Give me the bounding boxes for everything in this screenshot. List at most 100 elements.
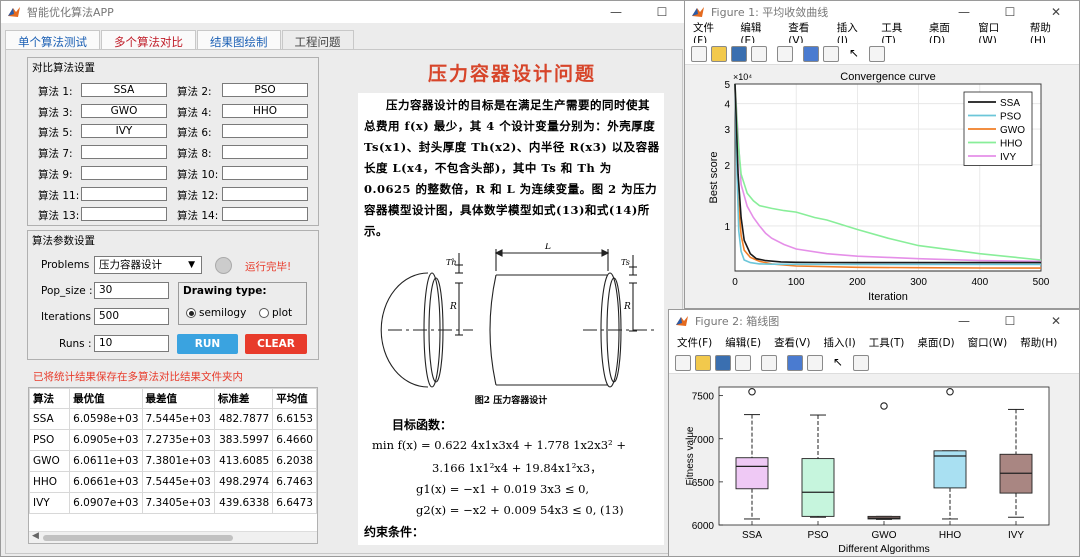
algorithm-slot-label: 算法 5: bbox=[38, 127, 73, 140]
scroll-left-icon[interactable]: ◀ bbox=[32, 531, 39, 541]
horizontal-scrollbar[interactable]: ◀ bbox=[29, 531, 317, 543]
save-note: 已将统计结果保存在多算法对比结果文件夹内 bbox=[33, 371, 243, 383]
colorbar-icon[interactable] bbox=[803, 45, 819, 62]
close-icon[interactable]: ✕ bbox=[1033, 310, 1079, 332]
algorithm-slot-input[interactable]: IVY bbox=[81, 124, 167, 139]
menu-edit[interactable]: 编辑(E) bbox=[725, 335, 761, 350]
figure1-menubar: 文件(F) 编辑(E) 查看(V) 插入(I) 工具(T) 桌面(D) 窗口(W… bbox=[685, 22, 1079, 47]
property-editor-icon[interactable] bbox=[869, 45, 885, 62]
print-icon[interactable] bbox=[735, 354, 751, 371]
legend-label: PSO bbox=[1000, 112, 1021, 123]
col-header: 最优值 bbox=[69, 388, 143, 409]
open-file-icon[interactable] bbox=[711, 45, 727, 62]
table-cell: 6.0598e+03 bbox=[69, 408, 143, 430]
table-row[interactable]: PSO 6.0905e+03 7.2735e+03 383.5997 6.4660 bbox=[29, 429, 317, 451]
algorithm-slot-input[interactable] bbox=[81, 145, 167, 160]
algorithm-slot-input[interactable] bbox=[81, 165, 167, 180]
colorbar-icon[interactable] bbox=[787, 354, 803, 371]
box-ssa bbox=[735, 457, 769, 490]
menu-file[interactable]: 文件(F) bbox=[677, 335, 712, 350]
property-editor-icon[interactable] bbox=[853, 354, 869, 371]
algorithm-slot-label: 算法 11: bbox=[38, 189, 80, 202]
radio-semilogy[interactable]: semilogy bbox=[186, 307, 246, 319]
table-row[interactable]: IVY 6.0907e+03 7.3405e+03 439.6338 6.6473 bbox=[29, 492, 317, 514]
x-tick-label: 0 bbox=[732, 277, 738, 288]
minimize-icon[interactable]: — bbox=[593, 1, 639, 23]
table-row[interactable]: GWO 6.0611e+03 7.3801e+03 413.6085 6.2038 bbox=[29, 450, 317, 472]
iterations-input[interactable]: 500 bbox=[94, 308, 169, 325]
minimize-icon[interactable]: — bbox=[941, 310, 987, 332]
table-cell: 7.5445e+03 bbox=[141, 471, 215, 493]
pop-size-input[interactable]: 30 bbox=[94, 282, 169, 299]
algorithm-slot-input[interactable]: GWO bbox=[81, 103, 167, 118]
tab-single[interactable]: 单个算法测试 bbox=[5, 30, 100, 50]
menu-window[interactable]: 窗口(W) bbox=[968, 335, 1008, 350]
algorithm-slot-input[interactable]: HHO bbox=[222, 103, 308, 118]
save-icon[interactable] bbox=[715, 354, 731, 371]
app-window: 智能优化算法APP — ☐ 单个算法测试 多个算法对比 结果图绘制 工程问题 对… bbox=[0, 0, 686, 557]
x-tick-label: 300 bbox=[910, 277, 927, 288]
scroll-thumb[interactable] bbox=[43, 535, 233, 541]
menu-insert[interactable]: 插入(I) bbox=[823, 335, 855, 350]
tab-engineering[interactable]: 工程问题 bbox=[281, 30, 354, 50]
link-icon[interactable] bbox=[761, 354, 777, 371]
algorithm-slot-label: 算法 7: bbox=[38, 148, 73, 161]
table-cell: 6.2038 bbox=[272, 450, 317, 472]
menu-view[interactable]: 查看(V) bbox=[774, 335, 810, 350]
figure2-title: Figure 2: 箱线图 bbox=[695, 315, 780, 328]
y-tick-label: 3 bbox=[724, 125, 730, 136]
open-file-icon[interactable] bbox=[695, 354, 711, 371]
tab-multi[interactable]: 多个算法对比 bbox=[101, 30, 196, 50]
print-icon[interactable] bbox=[751, 45, 767, 62]
new-figure-icon[interactable] bbox=[691, 45, 707, 62]
algorithm-slot-input[interactable]: PSO bbox=[222, 83, 308, 97]
x-tick-label: SSA bbox=[742, 530, 762, 541]
clear-button[interactable]: CLEAR bbox=[245, 334, 307, 354]
algorithm-slot-input[interactable] bbox=[222, 186, 308, 201]
pointer-icon[interactable]: ↖ bbox=[833, 355, 849, 371]
menu-tools[interactable]: 工具(T) bbox=[869, 335, 905, 350]
legend-icon[interactable] bbox=[807, 354, 823, 371]
eq-line-4: g2(x) = −x2 + 0.009 54x3 ≤ 0, (13) bbox=[416, 503, 624, 517]
y-tick-label: 1 bbox=[724, 222, 730, 233]
pointer-icon[interactable]: ↖ bbox=[849, 46, 865, 62]
x-tick-label: 500 bbox=[1033, 277, 1050, 288]
menu-help[interactable]: 帮助(H) bbox=[1020, 335, 1057, 350]
maximize-icon[interactable]: ☐ bbox=[639, 1, 685, 23]
algorithm-slot-input[interactable] bbox=[222, 207, 308, 222]
algorithm-slot-label: 算法 2: bbox=[177, 86, 212, 98]
table-cell: 7.5445e+03 bbox=[141, 408, 215, 430]
chart-title: Convergence curve bbox=[840, 71, 935, 83]
table-cell: 6.7463 bbox=[272, 471, 317, 493]
algorithm-slot-input[interactable] bbox=[81, 207, 167, 222]
runs-input[interactable]: 10 bbox=[94, 335, 169, 352]
menu-desktop[interactable]: 桌面(D) bbox=[917, 335, 954, 350]
algorithm-slot-input[interactable]: SSA bbox=[81, 83, 167, 97]
algorithm-slot-input[interactable] bbox=[222, 145, 308, 160]
maximize-icon[interactable]: ☐ bbox=[987, 310, 1033, 332]
radio-semilogy-label: semilogy bbox=[199, 307, 247, 319]
legend-icon[interactable] bbox=[823, 45, 839, 62]
algorithm-slot-input[interactable] bbox=[222, 165, 308, 180]
save-icon[interactable] bbox=[731, 45, 747, 62]
run-button[interactable]: RUN bbox=[177, 334, 238, 354]
table-row[interactable]: SSA 6.0598e+03 7.5445e+03 482.7877 6.6153 bbox=[29, 408, 317, 430]
dim-l-label: L bbox=[544, 243, 551, 252]
table-cell: 413.6085 bbox=[213, 450, 274, 472]
problems-select[interactable]: 压力容器设计 ▼ bbox=[94, 256, 202, 274]
status-text: 运行完毕! bbox=[245, 261, 292, 273]
algorithm-slot-label: 算法 4: bbox=[177, 106, 212, 119]
legend-label: IVY bbox=[1000, 152, 1016, 163]
new-figure-icon[interactable] bbox=[675, 354, 691, 371]
y-tick-label: 2 bbox=[724, 161, 730, 172]
figure2-window-controls: — ☐ ✕ bbox=[941, 310, 1079, 332]
figure1-toolbar: ↖ bbox=[685, 43, 1079, 65]
problems-label: Problems : bbox=[41, 259, 97, 271]
radio-plot[interactable]: plot bbox=[259, 307, 292, 319]
link-icon[interactable] bbox=[777, 45, 793, 62]
tab-plot[interactable]: 结果图绘制 bbox=[197, 30, 281, 50]
algorithm-slot-input[interactable] bbox=[81, 186, 167, 201]
table-row[interactable]: HHO 6.0661e+03 7.5445e+03 498.2974 6.7463 bbox=[29, 471, 317, 493]
algorithm-slot-input[interactable] bbox=[222, 124, 308, 139]
table-cell: 7.3801e+03 bbox=[141, 450, 215, 472]
